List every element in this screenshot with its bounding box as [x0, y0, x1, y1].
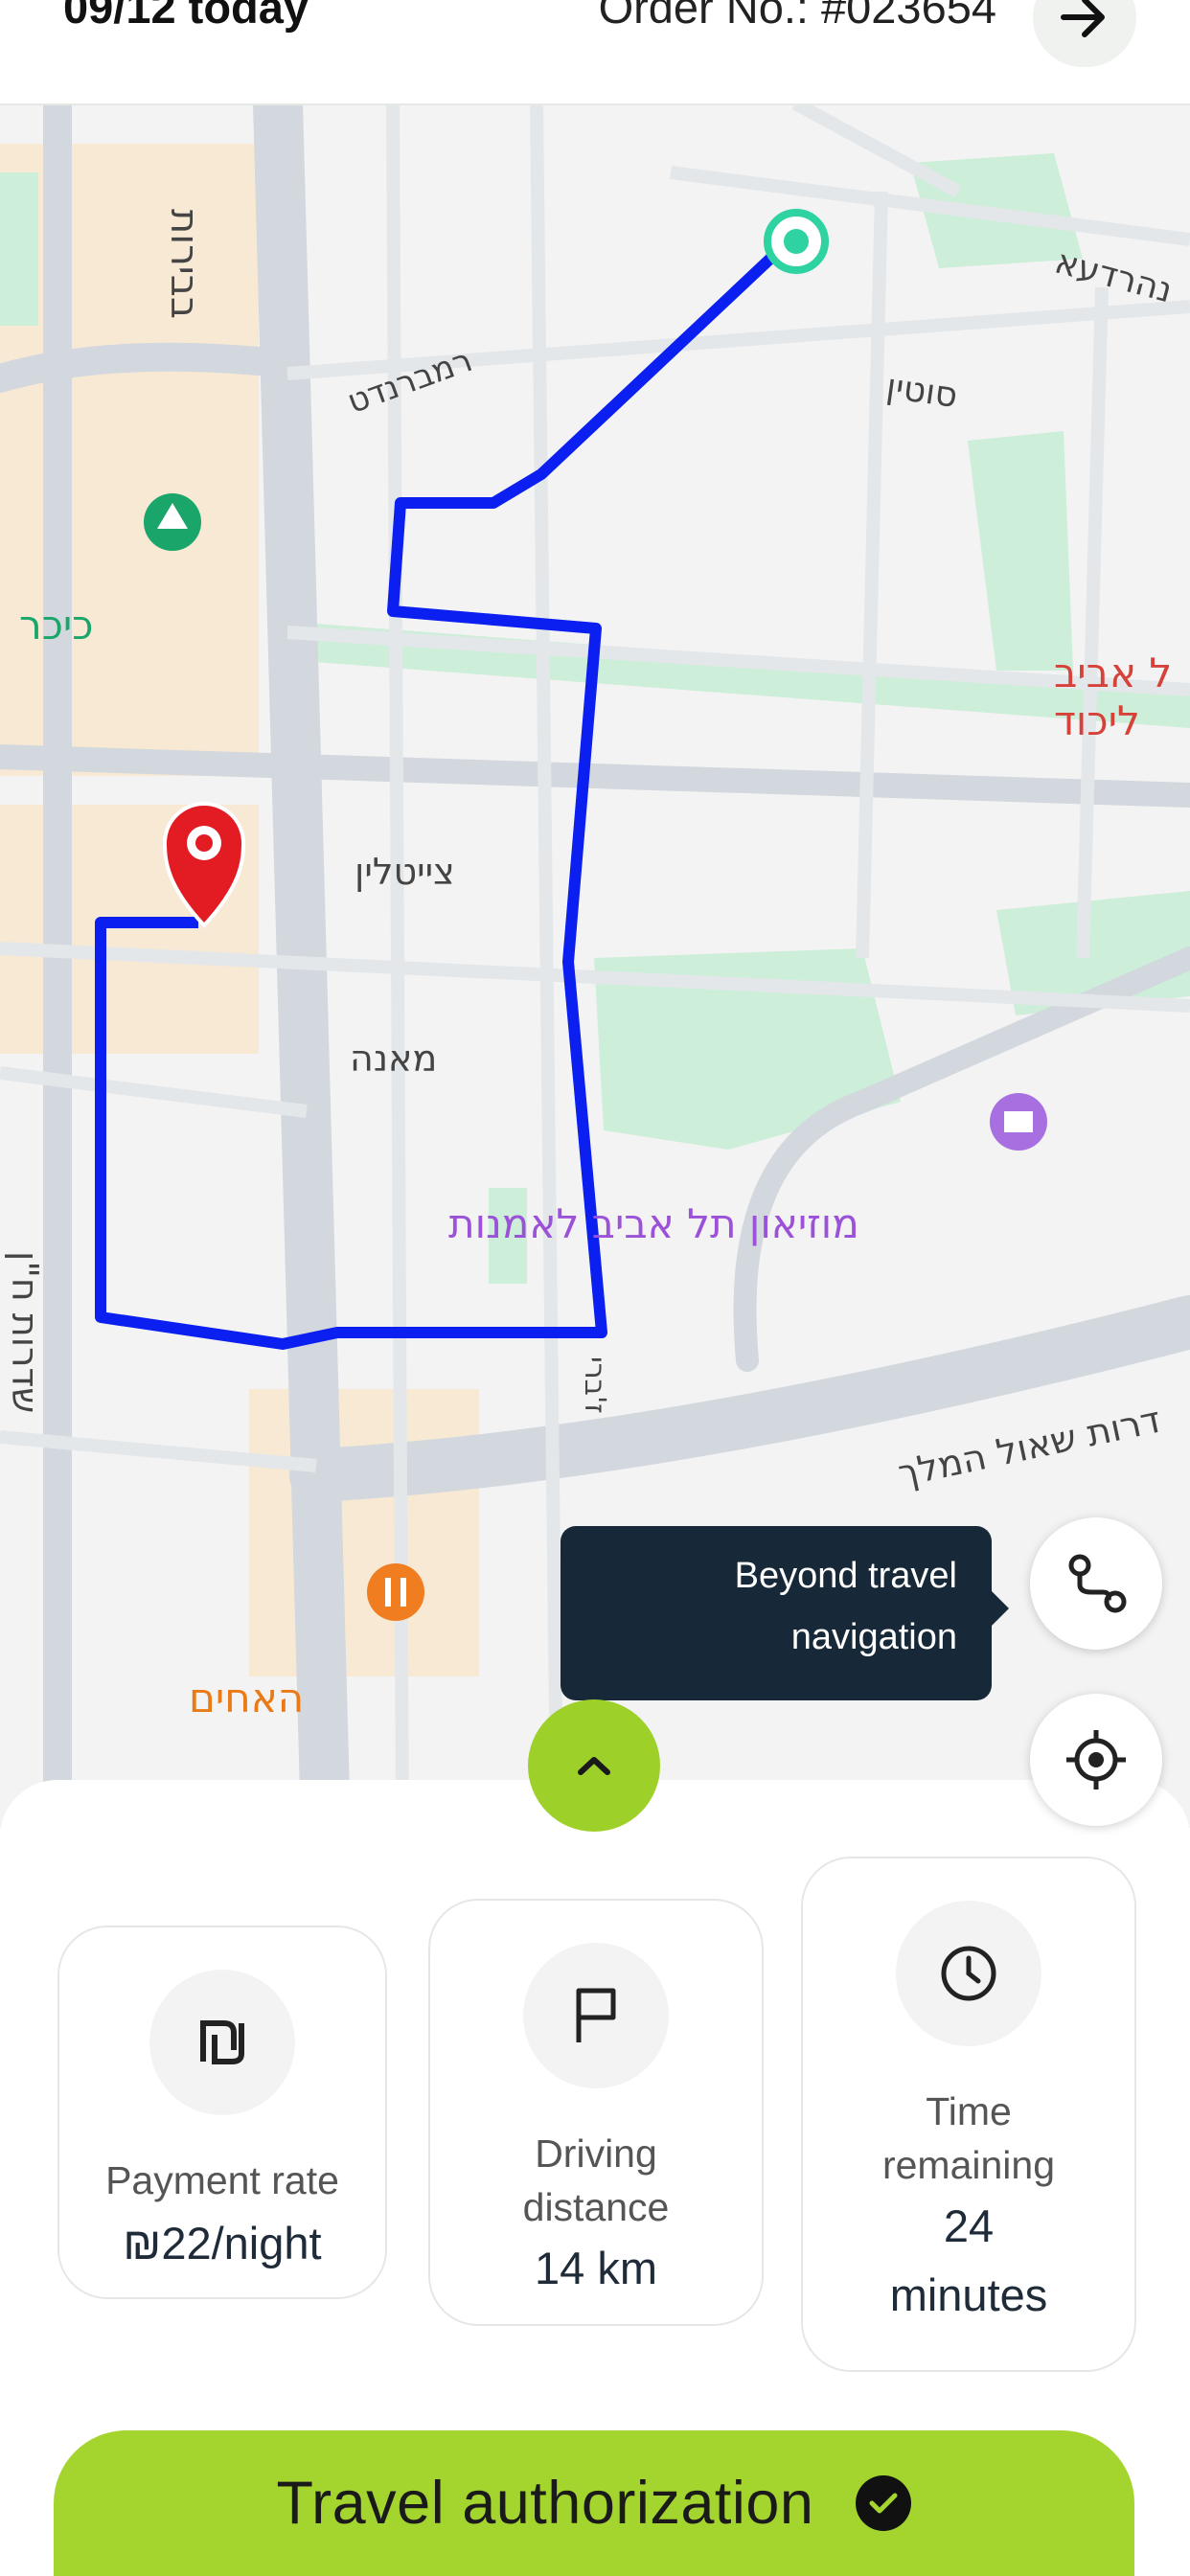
- street-label-mane: מאנה: [350, 1037, 438, 1080]
- driving-distance-label-1: Driving: [535, 2131, 657, 2176]
- travel-authorization-label: Travel authorization: [276, 2470, 814, 2537]
- order-number: Order No.: #023654: [598, 0, 996, 33]
- travel-authorization-button[interactable]: Travel authorization: [54, 2430, 1134, 2576]
- time-remaining-card: Time remaining 24 minutes: [801, 1857, 1136, 2372]
- payment-rate-card: Payment rate ₪22/night: [57, 1926, 387, 2299]
- street-label-zhabri: ז'ברי: [578, 1356, 611, 1414]
- expand-sheet-button[interactable]: [528, 1699, 660, 1832]
- time-remaining-label-2: remaining: [881, 2143, 1056, 2187]
- top-bar: 09/12 today Order No.: #023654: [0, 0, 1190, 105]
- chevron-up-icon: [578, 1757, 610, 1775]
- tooltip-line-1: Beyond travel: [734, 1556, 957, 1596]
- place-label-park: כיכר: [19, 602, 94, 649]
- check-icon: [856, 2475, 912, 2531]
- driving-distance-label-2: distance: [522, 2185, 670, 2229]
- locate-me-button[interactable]: [1030, 1694, 1162, 1826]
- place-label-area-line2: ליכוד: [1054, 697, 1140, 744]
- place-label-restaurant: האחים: [189, 1675, 305, 1721]
- tooltip-line-2: navigation: [790, 1617, 957, 1657]
- payment-rate-value: ₪22/night: [123, 2218, 322, 2268]
- street-label-tzeitlin: צייטלין: [355, 851, 455, 893]
- arrow-right-icon: [1061, 0, 1105, 37]
- time-remaining-label-1: Time: [926, 2089, 1012, 2133]
- crosshair-icon: [1066, 1730, 1126, 1790]
- street-label-chen: שדרות ח"ן: [4, 1251, 46, 1414]
- street-label-bavirut: בבירות: [162, 209, 206, 319]
- shekel-icon: [149, 1970, 295, 2115]
- driving-distance-value: 14 km: [535, 2243, 657, 2293]
- flag-icon: [523, 1943, 669, 2088]
- clock-icon: [896, 1901, 1041, 2046]
- time-remaining-value-2: minutes: [889, 2269, 1048, 2320]
- driving-distance-card: Driving distance 14 km: [428, 1899, 764, 2326]
- route-icon: [1068, 1554, 1127, 1613]
- route-navigation-button[interactable]: [1030, 1517, 1162, 1650]
- forward-button[interactable]: [1033, 0, 1136, 67]
- date-label: 09/12 today: [63, 0, 309, 33]
- payment-rate-label: Payment rate: [105, 2158, 339, 2202]
- place-label-area-line1: ל אביב: [1054, 650, 1173, 696]
- navigation-tooltip: Beyond travel navigation: [561, 1526, 1009, 1700]
- time-remaining-value-1: 24: [943, 2200, 995, 2251]
- place-label-museum: מוזיאון תל אביב לאמנות: [448, 1200, 859, 1247]
